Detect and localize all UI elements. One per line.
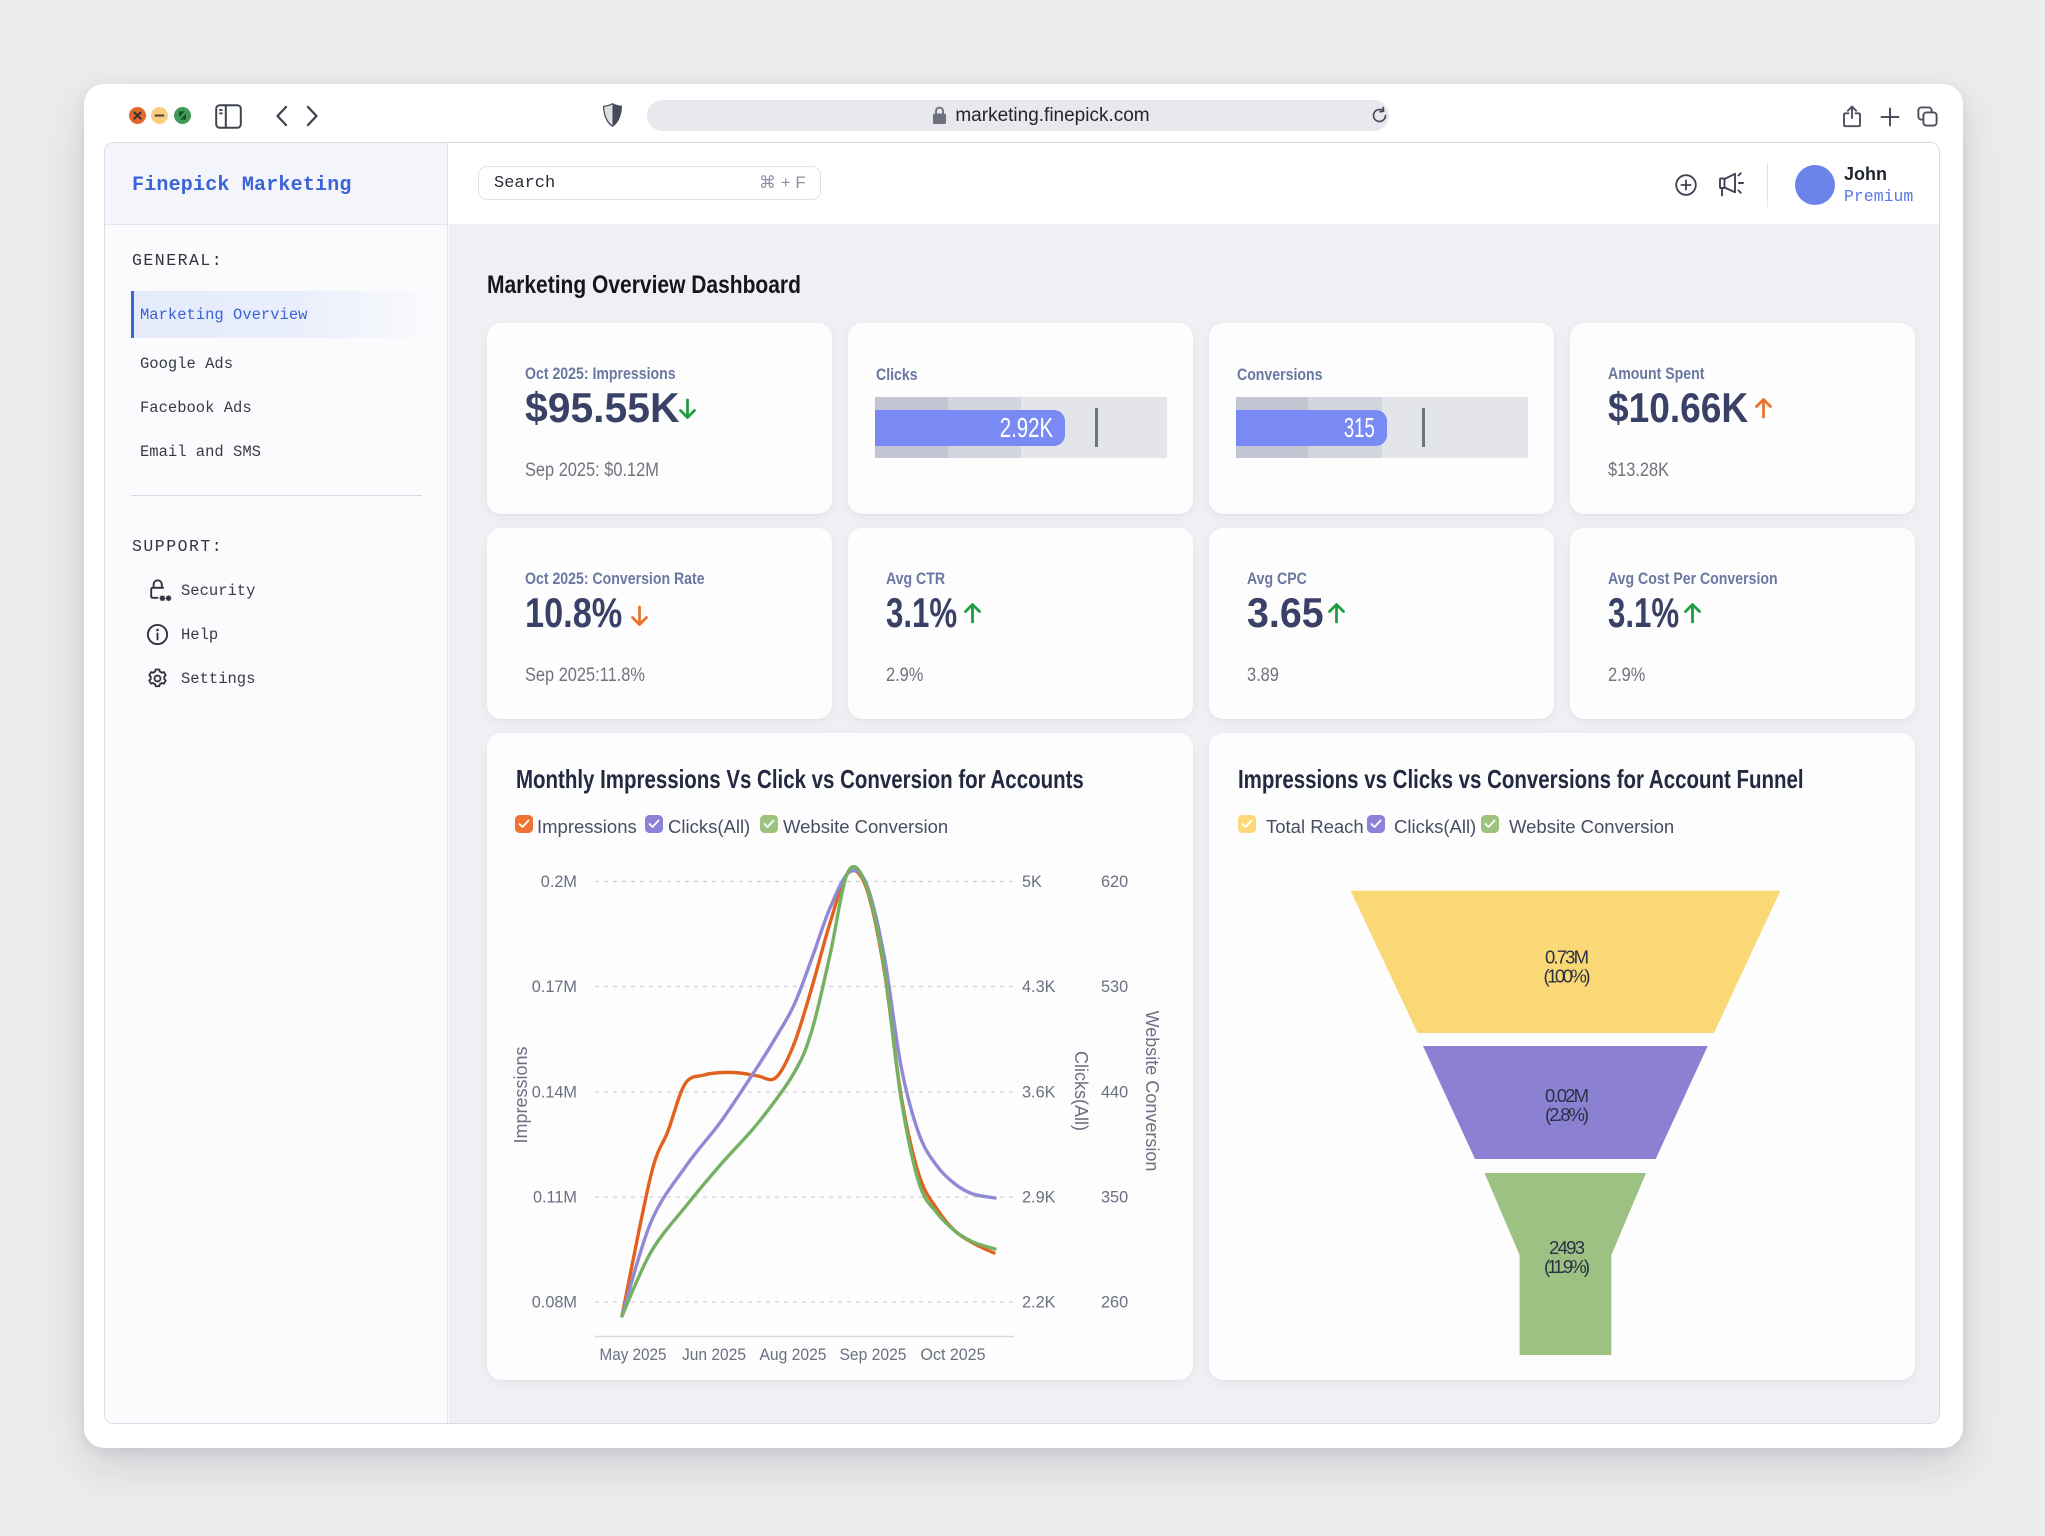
svg-text:440: 440 [1101,1084,1128,1102]
svg-text:5K: 5K [1022,873,1042,891]
svg-text:530: 530 [1101,978,1128,996]
svg-text:Oct 2025: Oct 2025 [921,1346,986,1364]
svg-text:0.02M: 0.02M [1545,1085,1589,1106]
svg-text:0.73M: 0.73M [1545,947,1589,968]
svg-text:0.17M: 0.17M [532,978,577,996]
svg-text:0.14M: 0.14M [532,1084,577,1102]
svg-text:2.9K: 2.9K [1022,1189,1056,1207]
svg-text:May 2025: May 2025 [600,1346,667,1364]
svg-text:Website Conversion: Website Conversion [1142,1011,1162,1172]
svg-text:0.2M: 0.2M [541,873,577,891]
svg-text:(2.8%): (2.8%) [1545,1104,1589,1125]
svg-text:Impressions: Impressions [511,1046,531,1143]
svg-text:(11.9%): (11.9%) [1544,1256,1590,1277]
svg-text:0.08M: 0.08M [532,1294,577,1312]
svg-text:3.6K: 3.6K [1022,1084,1056,1102]
svg-text:Sep 2025: Sep 2025 [840,1346,907,1364]
svg-text:620: 620 [1101,873,1128,891]
svg-text:Clicks(All): Clicks(All) [1071,1051,1091,1131]
svg-text:350: 350 [1101,1189,1128,1207]
svg-text:2.2K: 2.2K [1022,1294,1056,1312]
svg-text:Aug 2025: Aug 2025 [760,1346,827,1364]
svg-text:2493: 2493 [1549,1237,1585,1258]
svg-text:(100%): (100%) [1544,966,1591,987]
svg-text:0.11M: 0.11M [533,1189,577,1207]
svg-text:4.3K: 4.3K [1022,978,1056,996]
svg-text:260: 260 [1101,1294,1128,1312]
svg-text:Jun 2025: Jun 2025 [682,1346,746,1364]
